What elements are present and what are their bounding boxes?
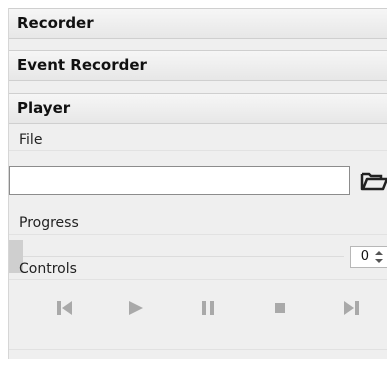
panel-bottom-divider [9, 349, 387, 350]
progress-spinner[interactable]: 0 [350, 246, 387, 268]
controls-group-divider [9, 279, 387, 280]
player-panel: Recorder Event Recorder Player File Prog… [8, 8, 387, 359]
progress-group-label: Progress [19, 215, 79, 231]
file-path-input[interactable] [9, 166, 350, 195]
play-icon [129, 301, 143, 315]
stop-button[interactable] [267, 296, 293, 320]
folder-open-icon [360, 172, 387, 191]
progress-slider-track[interactable] [9, 256, 344, 257]
section-header-event-recorder[interactable]: Event Recorder [9, 50, 387, 81]
pause-icon [202, 301, 214, 315]
skip-to-start-button[interactable] [52, 296, 78, 320]
section-title-event-recorder: Event Recorder [17, 56, 147, 74]
controls-group-label: Controls [19, 261, 77, 277]
skip-to-end-button[interactable] [338, 296, 364, 320]
browse-folder-button[interactable] [359, 170, 387, 192]
file-group-label: File [19, 132, 43, 148]
section-title-player: Player [17, 99, 71, 117]
pause-button[interactable] [195, 296, 221, 320]
section-title-recorder: Recorder [17, 14, 94, 32]
progress-group-divider [9, 234, 387, 235]
section-header-player[interactable]: Player [9, 93, 387, 124]
progress-spinner-value: 0 [360, 249, 369, 264]
skip-to-end-icon [344, 301, 359, 315]
stop-icon [275, 303, 285, 313]
section-header-recorder[interactable]: Recorder [9, 8, 387, 39]
file-group-divider [9, 150, 387, 151]
spinner-arrows-icon[interactable] [373, 249, 385, 265]
skip-to-start-icon [57, 301, 72, 315]
play-button[interactable] [122, 296, 148, 320]
